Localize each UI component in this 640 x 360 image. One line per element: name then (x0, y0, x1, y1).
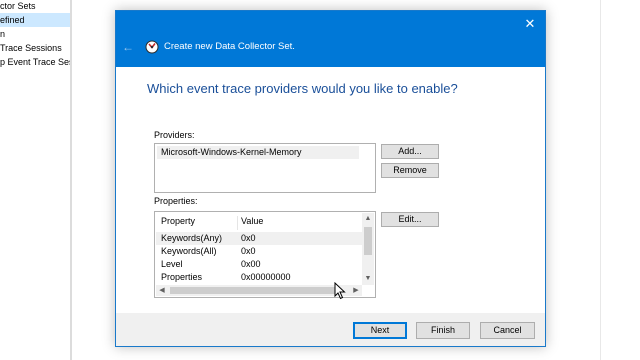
table-row[interactable]: Keywords(All) 0x0 (156, 245, 362, 258)
close-icon[interactable]: ✕ (523, 17, 537, 31)
tree-item-data-collector-sets[interactable]: ctor Sets (0, 0, 72, 13)
table-row[interactable]: Properties 0x00000000 (156, 271, 362, 284)
tree-item-startup-event-trace-sessions[interactable]: p Event Trace Sess (0, 55, 72, 69)
finish-button[interactable]: Finish (416, 322, 470, 339)
edit-property-button[interactable]: Edit... (381, 212, 439, 227)
table-row[interactable]: Level 0x00 (156, 258, 362, 271)
column-value[interactable]: Value (241, 216, 263, 226)
property-name: Level (161, 259, 183, 269)
tree-pane-splitter[interactable] (70, 0, 72, 360)
create-data-collector-set-dialog: ✕ ← Create new Data Collector Set. Which… (115, 10, 546, 347)
tree-item-system[interactable]: n (0, 27, 72, 41)
scroll-down-icon[interactable]: ▼ (362, 273, 374, 285)
property-name: Properties (161, 272, 203, 282)
tree-item-user-defined[interactable]: efined (0, 13, 72, 27)
dialog-titlebar: ✕ ← Create new Data Collector Set. (116, 11, 545, 67)
add-provider-button[interactable]: Add... (381, 144, 439, 159)
property-value: 0x00 (241, 259, 261, 269)
data-collector-wizard-icon (145, 40, 159, 54)
vertical-scroll-thumb[interactable] (364, 227, 372, 255)
mmc-pane-divider (600, 0, 601, 360)
dialog-footer: Next Finish Cancel (116, 313, 545, 346)
property-name: Keywords(Any) (161, 233, 223, 243)
property-name: Keywords(All) (161, 246, 217, 256)
scroll-right-icon[interactable]: ▶ (350, 285, 362, 296)
cancel-button[interactable]: Cancel (480, 322, 535, 339)
property-value: 0x0 (241, 233, 256, 243)
properties-header: Property Value (156, 214, 362, 230)
horizontal-scrollbar[interactable]: ◀ ▶ (156, 285, 362, 296)
table-row[interactable]: Keywords(Any) 0x0 (156, 232, 362, 245)
property-value: 0x00000000 (241, 272, 291, 282)
page-heading: Which event trace providers would you li… (147, 81, 458, 96)
vertical-scrollbar[interactable]: ▲ ▼ (362, 213, 374, 285)
tree-item-event-trace-sessions[interactable]: Trace Sessions (0, 41, 72, 55)
dialog-body: Which event trace providers would you li… (116, 67, 545, 313)
property-value: 0x0 (241, 246, 256, 256)
providers-label: Providers: (154, 130, 195, 140)
properties-label: Properties: (154, 196, 198, 206)
mouse-cursor-icon (334, 282, 346, 300)
mmc-tree-pane: ctor Sets efined n Trace Sessions p Even… (0, 0, 72, 360)
provider-item[interactable]: Microsoft-Windows-Kernel-Memory (157, 146, 359, 159)
back-arrow-icon[interactable]: ← (122, 40, 136, 54)
column-separator[interactable] (237, 216, 238, 230)
scroll-left-icon[interactable]: ◀ (156, 285, 168, 296)
horizontal-scroll-thumb[interactable] (170, 287, 338, 294)
scroll-up-icon[interactable]: ▲ (362, 213, 374, 225)
column-property[interactable]: Property (161, 216, 195, 226)
providers-list[interactable]: Microsoft-Windows-Kernel-Memory (154, 143, 376, 193)
next-button[interactable]: Next (353, 322, 407, 339)
remove-provider-button[interactable]: Remove (381, 163, 439, 178)
dialog-title: Create new Data Collector Set. (164, 41, 295, 52)
